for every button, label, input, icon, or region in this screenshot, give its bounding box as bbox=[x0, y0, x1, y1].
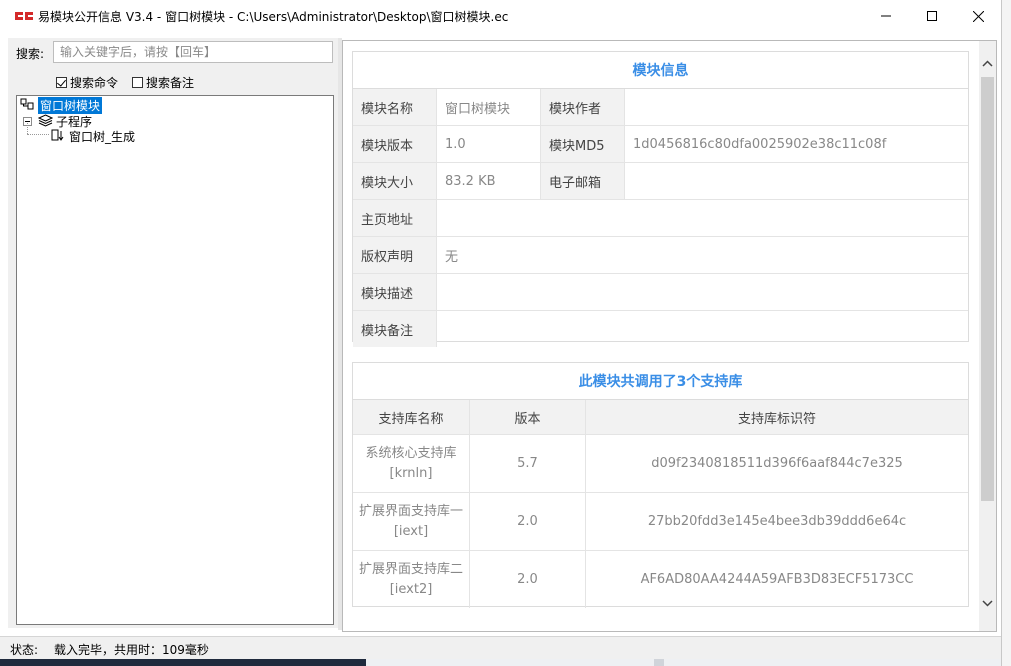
vertical-scrollbar[interactable] bbox=[979, 41, 996, 631]
library-id: AF6AD80AA4244A59AFB3D83ECF5173CC bbox=[640, 571, 914, 587]
table-row: 扩展界面支持库二[iext2] 2.0 AF6AD80AA4244A59AFB3… bbox=[353, 551, 968, 608]
email-value bbox=[625, 163, 968, 199]
library-name: 扩展界面支持库一[iext] bbox=[353, 493, 470, 550]
field-label: 模块MD5 bbox=[541, 126, 625, 162]
tree-connector bbox=[27, 134, 49, 135]
close-button[interactable] bbox=[955, 0, 1001, 32]
info-row: 版权声明 无 bbox=[353, 237, 968, 274]
library-version: 2.0 bbox=[470, 493, 586, 550]
field-label: 模块备注 bbox=[353, 311, 437, 347]
libraries-title: 此模块共调用了3个支持库 bbox=[353, 363, 968, 400]
module-icon bbox=[20, 97, 36, 114]
library-id: 27bb20fdd3e145e4bee3db39ddd6e64c bbox=[647, 513, 907, 529]
search-commands-option[interactable]: 搜索命令 bbox=[56, 74, 118, 91]
subroutine-icon bbox=[51, 129, 66, 145]
minimize-icon bbox=[881, 15, 891, 17]
field-label: 主页地址 bbox=[353, 200, 437, 236]
module-author-value bbox=[625, 89, 968, 125]
title-bar: 易模块公开信息 V3.4 - 窗口树模块 - C:\Users\Administ… bbox=[0, 0, 1001, 32]
tree-node-root-label: 窗口树模块 bbox=[38, 97, 103, 114]
info-row: 模块备注 bbox=[353, 311, 968, 347]
info-row: 模块描述 bbox=[353, 274, 968, 311]
search-notes-checkbox[interactable] bbox=[132, 77, 143, 88]
column-header: 版本 bbox=[470, 400, 586, 434]
status-label: 状态: bbox=[10, 643, 39, 657]
module-size-value: 83.2 KB bbox=[437, 163, 541, 199]
search-notes-option[interactable]: 搜索备注 bbox=[132, 74, 194, 91]
info-row: 模块版本 1.0 模块MD5 1d0456816c80dfa0025902e38… bbox=[353, 126, 968, 163]
minimize-button[interactable] bbox=[863, 0, 909, 32]
detail-panel: 模块信息 模块名称 窗口树模块 模块作者 模块版本 1.0 模块MD5 1d04… bbox=[342, 40, 997, 632]
library-name: 系统核心支持库[krnln] bbox=[353, 435, 470, 492]
column-header: 支持库名称 bbox=[353, 400, 470, 434]
status-text: 载入完毕，共用时：109毫秒 bbox=[54, 643, 209, 657]
app-logo-icon bbox=[14, 9, 34, 23]
module-info-card: 模块信息 模块名称 窗口树模块 模块作者 模块版本 1.0 模块MD5 1d04… bbox=[352, 51, 969, 347]
info-row: 模块名称 窗口树模块 模块作者 bbox=[353, 89, 968, 126]
field-label: 模块描述 bbox=[353, 274, 437, 310]
libraries-header-row: 支持库名称 版本 支持库标识符 bbox=[353, 400, 968, 435]
description-value bbox=[437, 274, 968, 310]
library-version: 5.7 bbox=[470, 435, 586, 492]
tree-node-root[interactable]: 窗口树模块 bbox=[20, 97, 103, 114]
search-notes-label: 搜索备注 bbox=[146, 76, 195, 90]
column-header: 支持库标识符 bbox=[737, 411, 816, 427]
scroll-thumb[interactable] bbox=[981, 77, 994, 501]
field-label: 模块版本 bbox=[353, 126, 437, 162]
library-name: 扩展界面支持库二[iext2] bbox=[353, 551, 470, 608]
background-window-edge bbox=[1001, 0, 1011, 666]
module-name-value: 窗口树模块 bbox=[437, 89, 541, 125]
tree-node-item-label: 窗口树_生成 bbox=[69, 130, 136, 144]
module-tree[interactable]: 窗口树模块 子程序 窗口树_生成 bbox=[16, 95, 334, 625]
copyright-value: 无 bbox=[445, 249, 459, 265]
tree-node-item[interactable]: 窗口树_生成 bbox=[51, 128, 135, 145]
info-row: 主页地址 bbox=[353, 200, 968, 237]
homepage-value bbox=[437, 200, 968, 236]
search-commands-label: 搜索命令 bbox=[70, 76, 119, 90]
scroll-down-icon[interactable] bbox=[982, 598, 993, 609]
field-label: 模块作者 bbox=[541, 89, 625, 125]
close-icon bbox=[972, 10, 984, 22]
table-row: 扩展界面支持库一[iext] 2.0 27bb20fdd3e145e4bee3d… bbox=[353, 493, 968, 551]
search-label: 搜索: bbox=[16, 47, 45, 61]
field-label: 模块名称 bbox=[353, 89, 437, 125]
module-version-value: 1.0 bbox=[437, 126, 541, 162]
field-label: 模块大小 bbox=[353, 163, 437, 199]
field-label: 电子邮箱 bbox=[541, 163, 625, 199]
library-id: d09f2340818511d396f6aaf844c7e325 bbox=[651, 455, 903, 471]
tree-connector bbox=[27, 123, 28, 134]
remark-value bbox=[437, 311, 968, 347]
module-md5-value: 1d0456816c80dfa0025902e38c11c08f bbox=[633, 136, 887, 152]
window-title: 易模块公开信息 V3.4 - 窗口树模块 - C:\Users\Administ… bbox=[38, 10, 509, 24]
libraries-card: 此模块共调用了3个支持库 支持库名称 版本 支持库标识符 系统核心支持库[krn… bbox=[352, 362, 969, 608]
scroll-up-icon[interactable] bbox=[982, 59, 993, 70]
field-label: 版权声明 bbox=[353, 237, 437, 273]
maximize-icon bbox=[927, 11, 937, 21]
table-row: 系统核心支持库[krnln] 5.7 d09f2340818511d396f6a… bbox=[353, 435, 968, 493]
left-panel: 搜索: 搜索命令 搜索备注 窗口树模块 bbox=[8, 38, 338, 628]
maximize-button[interactable] bbox=[909, 0, 955, 32]
module-info-title: 模块信息 bbox=[353, 52, 968, 89]
status-bar: 状态: 载入完毕，共用时：109毫秒 bbox=[0, 636, 1001, 659]
library-version: 2.0 bbox=[470, 551, 586, 608]
background-desktop-edge bbox=[0, 658, 1001, 666]
search-input[interactable] bbox=[53, 41, 333, 63]
search-commands-checkbox[interactable] bbox=[56, 77, 67, 88]
info-row: 模块大小 83.2 KB 电子邮箱 bbox=[353, 163, 968, 200]
